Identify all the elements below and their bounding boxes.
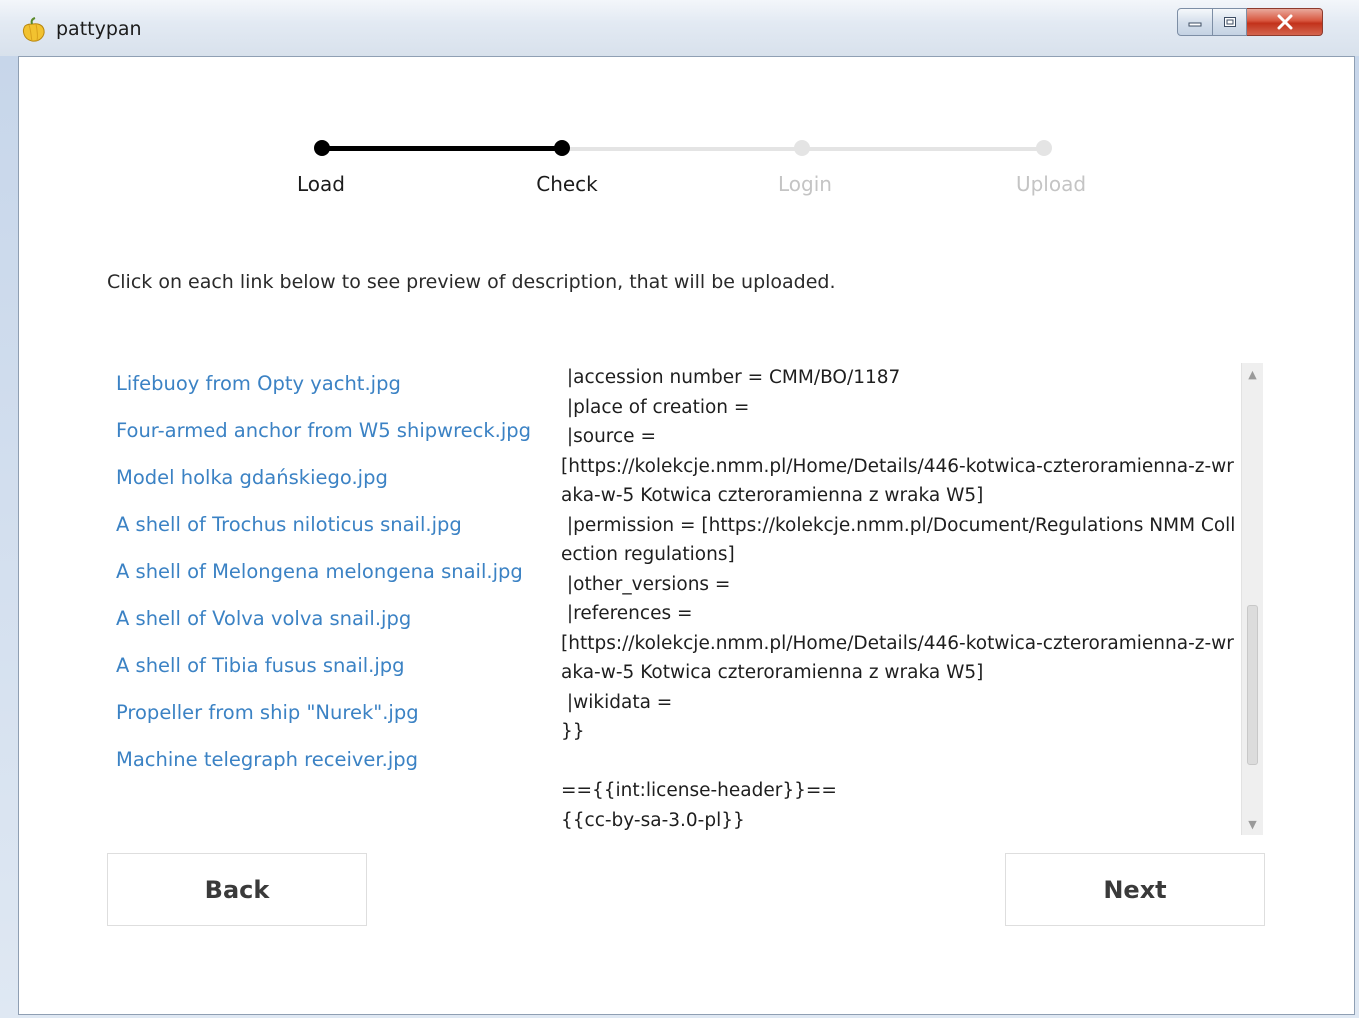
file-link[interactable]: A shell of Tibia fusus snail.jpg — [116, 651, 531, 698]
step-dot-upload — [1036, 140, 1052, 156]
minimize-button[interactable] — [1177, 8, 1213, 36]
back-button[interactable]: Back — [107, 853, 367, 926]
description-preview-text: |accession number = CMM/BO/1187 |place o… — [561, 367, 1236, 831]
step-label-upload: Upload — [1015, 172, 1087, 196]
wizard-panel: Load Check Login Upload Click on each li… — [18, 56, 1355, 1015]
file-link[interactable]: Model holka gdańskiego.jpg — [116, 463, 531, 510]
step-label-login: Login — [778, 172, 832, 196]
step-label-check: Check — [536, 172, 598, 196]
step-dot-check — [554, 140, 570, 156]
file-link[interactable]: A shell of Melongena melongena snail.jpg — [116, 557, 531, 604]
minimize-icon — [1188, 22, 1202, 27]
scroll-thumb[interactable] — [1247, 605, 1258, 765]
file-link[interactable]: A shell of Trochus niloticus snail.jpg — [116, 510, 531, 557]
file-link[interactable]: Four-armed anchor from W5 shipwreck.jpg — [116, 416, 531, 463]
description-preview[interactable]: |accession number = CMM/BO/1187 |place o… — [557, 363, 1265, 835]
step-label-load: Load — [297, 172, 345, 196]
window-controls — [1177, 8, 1323, 38]
file-link[interactable]: Propeller from ship "Nurek".jpg — [116, 698, 531, 745]
next-button[interactable]: Next — [1005, 853, 1265, 926]
window-title: pattypan — [56, 18, 142, 40]
close-button[interactable] — [1247, 8, 1323, 36]
file-link-list: Lifebuoy from Opty yacht.jpg Four-armed … — [116, 369, 531, 792]
preview-scrollbar[interactable]: ▲ ▼ — [1241, 363, 1263, 835]
file-link[interactable]: A shell of Volva volva snail.jpg — [116, 604, 531, 651]
stepper-track-completed — [322, 146, 562, 151]
step-dot-login — [794, 140, 810, 156]
scroll-down-arrow-icon[interactable]: ▼ — [1242, 815, 1263, 833]
title-bar[interactable]: pattypan — [0, 0, 1359, 56]
step-dot-load — [314, 140, 330, 156]
instructions-text: Click on each link below to see preview … — [107, 271, 836, 293]
file-link[interactable]: Machine telegraph receiver.jpg — [116, 745, 531, 792]
maximize-button[interactable] — [1213, 8, 1247, 36]
app-window: pattypan Load Check Login Upload Click o… — [0, 0, 1359, 1018]
scroll-up-arrow-icon[interactable]: ▲ — [1242, 365, 1263, 383]
progress-stepper: Load Check Login Upload — [19, 57, 1356, 217]
maximize-icon — [1223, 17, 1236, 27]
pattypan-squash-icon — [23, 17, 45, 42]
close-icon — [1277, 14, 1292, 30]
file-link[interactable]: Lifebuoy from Opty yacht.jpg — [116, 369, 531, 416]
